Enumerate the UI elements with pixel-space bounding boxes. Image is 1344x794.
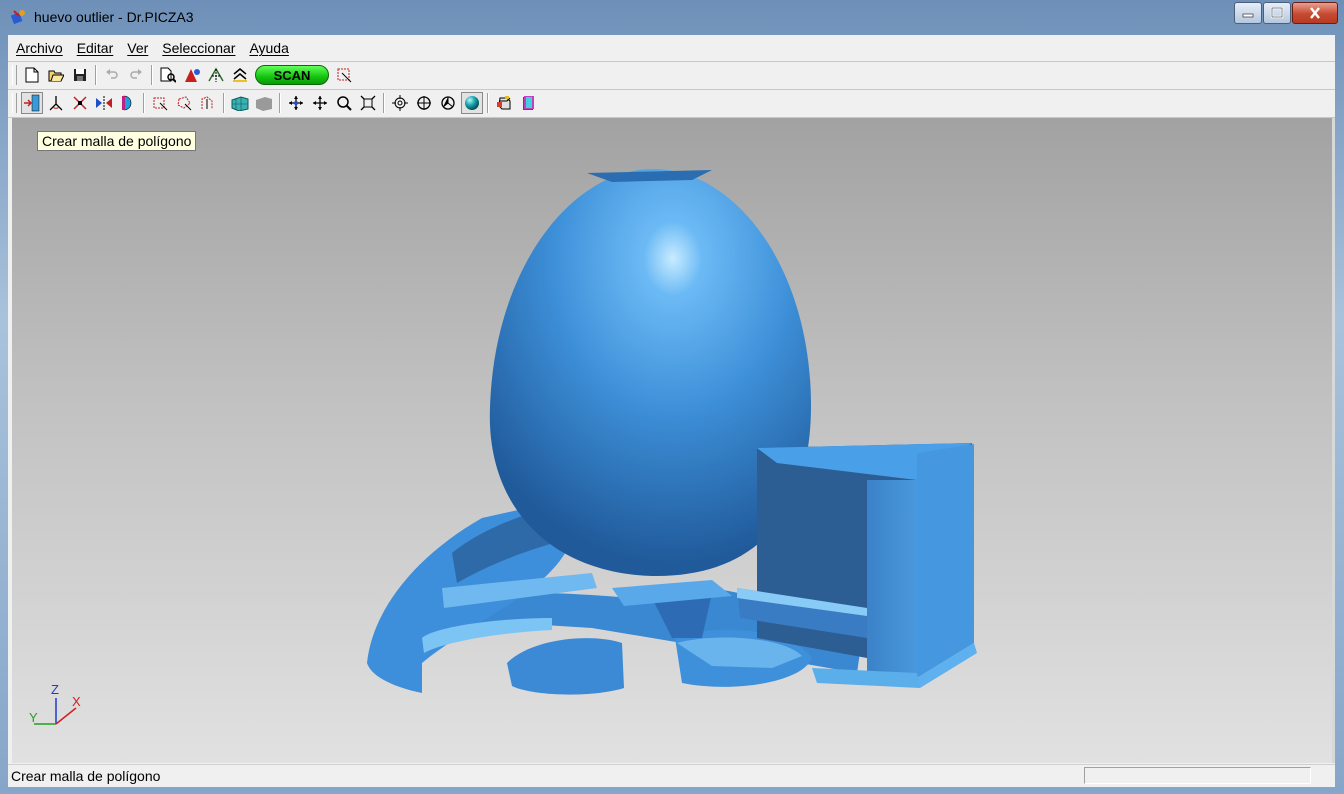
select-rect-icon[interactable] bbox=[149, 92, 171, 114]
select-region-icon[interactable] bbox=[333, 64, 355, 86]
minimize-button[interactable] bbox=[1234, 2, 1262, 24]
center-icon[interactable] bbox=[437, 92, 459, 114]
move-icon[interactable] bbox=[309, 92, 331, 114]
axis-x-label: X bbox=[72, 694, 81, 709]
scan-button[interactable]: SCAN bbox=[255, 65, 329, 85]
axes-indicator: Z Y X bbox=[29, 682, 81, 725]
color-view-icon[interactable] bbox=[517, 92, 539, 114]
app-icon[interactable] bbox=[10, 8, 28, 26]
title-bar[interactable]: huevo outlier - Dr.PICZA3 bbox=[0, 0, 1344, 34]
toolbar-grip[interactable] bbox=[12, 65, 17, 85]
toolbar-grip[interactable] bbox=[12, 93, 17, 113]
divider bbox=[8, 61, 1335, 62]
align-icon[interactable] bbox=[205, 64, 227, 86]
cut-icon[interactable] bbox=[69, 92, 91, 114]
section-icon[interactable] bbox=[117, 92, 139, 114]
sphere-shade-icon[interactable] bbox=[461, 92, 483, 114]
toolbar-separator bbox=[279, 93, 281, 113]
new-file-icon[interactable] bbox=[21, 64, 43, 86]
menu-editar[interactable]: Editar bbox=[70, 40, 121, 56]
window-title: huevo outlier - Dr.PICZA3 bbox=[34, 9, 194, 25]
create-mesh-icon[interactable] bbox=[21, 92, 43, 114]
application-window: huevo outlier - Dr.PICZA3 Archivo Editar… bbox=[0, 0, 1344, 794]
mirror-icon[interactable] bbox=[93, 92, 115, 114]
cube-view-icon[interactable] bbox=[493, 92, 515, 114]
status-bar: Crear malla de polígono bbox=[8, 764, 1335, 787]
wireframe-icon[interactable] bbox=[229, 92, 251, 114]
texture-icon[interactable] bbox=[181, 64, 203, 86]
zoom-icon[interactable] bbox=[333, 92, 355, 114]
select-lasso-icon[interactable] bbox=[173, 92, 195, 114]
toolbar-separator bbox=[223, 93, 225, 113]
pan-icon[interactable] bbox=[285, 92, 307, 114]
toolbar-separator bbox=[95, 65, 97, 85]
toolbar-separator bbox=[487, 93, 489, 113]
target-icon[interactable] bbox=[389, 92, 411, 114]
status-pane bbox=[1084, 767, 1311, 784]
surface-icon[interactable] bbox=[229, 64, 251, 86]
toolbar-separator bbox=[383, 93, 385, 113]
redo-icon[interactable] bbox=[125, 64, 147, 86]
tools-toolbar bbox=[12, 91, 540, 115]
divider bbox=[8, 89, 1335, 90]
close-button[interactable] bbox=[1292, 2, 1338, 24]
tooltip: Crear malla de polígono bbox=[37, 131, 197, 151]
flat-surface-icon[interactable] bbox=[253, 92, 275, 114]
main-toolbar: SCAN bbox=[12, 63, 356, 87]
rotate-icon[interactable] bbox=[413, 92, 435, 114]
undo-icon[interactable] bbox=[101, 64, 123, 86]
viewport-edge bbox=[1332, 118, 1335, 763]
select-points-icon[interactable] bbox=[197, 92, 219, 114]
menu-ayuda[interactable]: Ayuda bbox=[242, 40, 295, 56]
fit-icon[interactable] bbox=[357, 92, 379, 114]
print-preview-icon[interactable] bbox=[157, 64, 179, 86]
toolbar-separator bbox=[143, 93, 145, 113]
client-area: Archivo Editar Ver Seleccionar Ayuda SCA… bbox=[8, 35, 1335, 787]
status-text: Crear malla de polígono bbox=[11, 768, 161, 784]
toolbar-separator bbox=[151, 65, 153, 85]
save-icon[interactable] bbox=[69, 64, 91, 86]
axis-z-label: Z bbox=[51, 682, 59, 697]
scan-model[interactable] bbox=[12, 118, 1333, 763]
menu-archivo[interactable]: Archivo bbox=[8, 40, 70, 56]
menu-seleccionar[interactable]: Seleccionar bbox=[155, 40, 242, 56]
maximize-button[interactable] bbox=[1263, 2, 1291, 24]
axis-y-label: Y bbox=[29, 710, 38, 725]
menu-ver[interactable]: Ver bbox=[120, 40, 155, 56]
angle-icon[interactable] bbox=[45, 92, 67, 114]
open-folder-icon[interactable] bbox=[45, 64, 67, 86]
menu-bar: Archivo Editar Ver Seleccionar Ayuda bbox=[8, 35, 1335, 61]
3d-viewport[interactable]: Crear malla de polígono Z Y X bbox=[12, 118, 1333, 763]
